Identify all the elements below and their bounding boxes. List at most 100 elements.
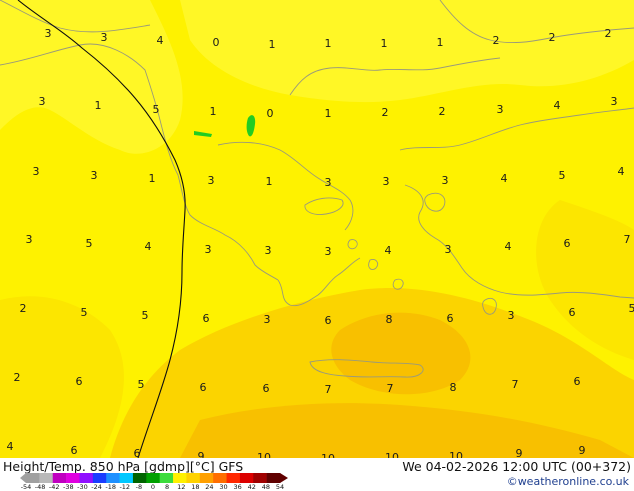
temperature-label: 3	[442, 174, 449, 187]
temperature-label: 2	[20, 302, 27, 315]
colorbar-segment	[186, 473, 200, 483]
temperature-label: 3	[383, 175, 390, 188]
temperature-label: 2	[605, 27, 612, 40]
colorbar-segment	[106, 473, 120, 483]
temperature-label: 2	[382, 106, 389, 119]
colorbar-segment	[173, 473, 187, 483]
colorbar-segment	[66, 473, 80, 483]
temperature-label: 0	[267, 107, 274, 120]
map-footer: Height/Temp. 850 hPa [gdmp][°C] GFS We 0…	[0, 458, 634, 490]
temperature-label: 1	[149, 172, 156, 185]
colorbar-arrow-left	[20, 473, 26, 483]
credit-link[interactable]: ©weatheronline.co.uk	[507, 475, 629, 488]
temperature-label: 4	[385, 244, 392, 257]
temperature-label: 3	[265, 244, 272, 257]
colorbar-segment	[26, 473, 40, 483]
temperature-label: 6	[564, 237, 571, 250]
colorbar-segment	[267, 473, 281, 483]
temperature-label: 6	[574, 375, 581, 388]
temperature-label: 3	[205, 243, 212, 256]
colorbar-segment	[213, 473, 227, 483]
temperature-label: 1	[266, 175, 273, 188]
temperature-label: 2	[549, 31, 556, 44]
temperature-label: 1	[210, 105, 217, 118]
temperature-label: 6	[203, 312, 210, 325]
temperature-label: 8	[450, 381, 457, 394]
temperature-label: 5	[629, 302, 634, 315]
temperature-label: 4	[145, 240, 152, 253]
temperature-label: 1	[269, 38, 276, 51]
colorbar-segment	[253, 473, 267, 483]
temperature-label: 7	[512, 378, 519, 391]
temperature-label: 3	[508, 309, 515, 322]
temperature-label: 5	[138, 378, 145, 391]
temperature-label: 3	[445, 243, 452, 256]
temperature-label: 6	[71, 444, 78, 457]
temperature-label: 2	[14, 371, 21, 384]
temperature-label: 3	[611, 95, 618, 108]
temperature-label: 6	[569, 306, 576, 319]
temperature-label: 3	[325, 176, 332, 189]
temperature-label: 6	[325, 314, 332, 327]
temperature-label: 3	[208, 174, 215, 187]
colorbar-arrow-right	[280, 473, 288, 483]
temperature-label: 3	[325, 245, 332, 258]
colorbar-segment	[93, 473, 107, 483]
temperature-label: 4	[157, 34, 164, 47]
temperature-label: 1	[95, 99, 102, 112]
colorbar-segment	[160, 473, 174, 483]
temperature-label: 10	[257, 451, 271, 458]
colorbar-segment	[120, 473, 134, 483]
temperature-label: 1	[325, 107, 332, 120]
temperature-label: 7	[325, 383, 332, 396]
valid-time: We 04-02-2026 12:00 UTC (00+372)	[402, 459, 631, 474]
colorbar-segment	[227, 473, 241, 483]
colorbar-segment	[133, 473, 147, 483]
temperature-label: 10	[385, 451, 399, 458]
colorbar-segment	[79, 473, 93, 483]
temperature-label: 4	[7, 440, 14, 453]
temperature-label: 5	[559, 169, 566, 182]
temperature-label: 1	[381, 37, 388, 50]
temperature-label: 3	[45, 27, 52, 40]
temperature-label: 5	[86, 237, 93, 250]
temperature-label: 8	[386, 313, 393, 326]
temperature-label: 6	[263, 382, 270, 395]
temperature-label: 4	[554, 99, 561, 112]
temperature-label: 6	[200, 381, 207, 394]
temperature-label: 9	[198, 450, 205, 458]
map-title: Height/Temp. 850 hPa [gdmp][°C] GFS	[3, 459, 243, 474]
temperature-label: 3	[497, 103, 504, 116]
temperature-label: 9	[516, 447, 523, 458]
map-canvas: 3340111122231510122343331313334543543334…	[0, 0, 634, 458]
colorbar-segment	[146, 473, 160, 483]
temperature-label: 7	[387, 382, 394, 395]
temperature-label: 3	[91, 169, 98, 182]
temperature-label: 3	[39, 95, 46, 108]
colorbar-segment	[39, 473, 53, 483]
temperature-label: 3	[26, 233, 33, 246]
temperature-label: 3	[101, 31, 108, 44]
temperature-label: 0	[213, 36, 220, 49]
temperature-label: 4	[618, 165, 625, 178]
colorbar-segment	[53, 473, 67, 483]
temperature-label: 3	[33, 165, 40, 178]
temperature-label: 5	[142, 309, 149, 322]
temperature-label: 4	[505, 240, 512, 253]
temperature-label: 5	[153, 103, 160, 116]
temperature-label: 4	[501, 172, 508, 185]
temperature-colorbar	[20, 473, 296, 483]
temperature-label: 6	[134, 447, 141, 458]
temperature-label: 6	[76, 375, 83, 388]
temperature-label: 2	[493, 34, 500, 47]
weather-map: 3340111122231510122343331313334543543334…	[0, 0, 634, 458]
temperature-label: 7	[624, 233, 631, 246]
temperature-label: 5	[81, 306, 88, 319]
temperature-label: 1	[325, 37, 332, 50]
temperature-label: 6	[447, 312, 454, 325]
temperature-label: 1	[437, 36, 444, 49]
temperature-label: 9	[579, 444, 586, 457]
temperature-label: 3	[264, 313, 271, 326]
colorbar-segment	[240, 473, 254, 483]
temperature-label: 10	[449, 450, 463, 458]
